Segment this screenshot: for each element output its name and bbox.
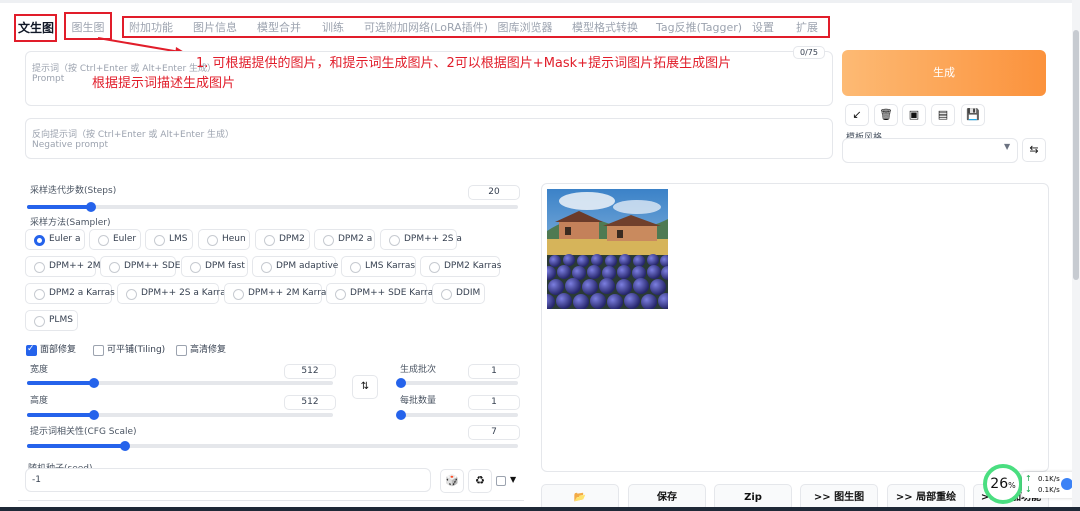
generate-button[interactable]: 生成 bbox=[842, 50, 1046, 96]
bottom-divider bbox=[18, 500, 524, 501]
tab-image-browser[interactable]: 图库浏览器 bbox=[496, 18, 554, 38]
tab-txt2img[interactable]: 文生图 bbox=[16, 18, 56, 38]
recycle-icon[interactable]: ♻ bbox=[468, 469, 492, 493]
sampler-lms[interactable]: LMS bbox=[145, 229, 193, 250]
style-dropdown[interactable] bbox=[842, 138, 1018, 163]
width-slider[interactable] bbox=[27, 378, 333, 388]
batch-size-value[interactable]: 1 bbox=[468, 395, 520, 410]
batch-count-knob[interactable] bbox=[396, 378, 406, 388]
steps-label: 采样迭代步数(Steps) bbox=[30, 186, 117, 196]
tab-extensions[interactable]: 扩展 bbox=[794, 18, 820, 38]
negative-placeholder-cn: 反向提示词（按 Ctrl+Enter 或 Alt+Enter 生成） bbox=[32, 130, 235, 140]
tab-settings[interactable]: 设置 bbox=[750, 18, 776, 38]
sampler-dpmpp-sde[interactable]: DPM++ SDE bbox=[100, 256, 180, 277]
annotation-text-1: 1. 可根据提供的图片，和提示词生成图片、2可以根据图片+Mask+提示词图片拓… bbox=[196, 56, 732, 71]
height-fill bbox=[27, 413, 95, 417]
batch-size-label: 每批数量 bbox=[400, 396, 437, 406]
sampler-dpm2-karras[interactable]: DPM2 Karras bbox=[420, 256, 501, 277]
cfg-label: 提示词相关性(CFG Scale) bbox=[30, 427, 137, 437]
trash-icon[interactable]: 🗑 bbox=[874, 104, 898, 126]
sampler-heun[interactable]: Heun bbox=[198, 229, 250, 250]
tab-tagger[interactable]: Tag反推(Tagger) bbox=[656, 18, 742, 38]
sampler-dpmpp-2m-karras[interactable]: DPM++ 2M Karras bbox=[224, 283, 331, 304]
negative-placeholder-en: Negative prompt bbox=[32, 140, 108, 150]
height-label: 高度 bbox=[30, 396, 49, 406]
extra-seed-checkbox[interactable] bbox=[496, 476, 506, 486]
steps-slider[interactable] bbox=[27, 202, 518, 212]
sampler-plms[interactable]: PLMS bbox=[25, 310, 78, 331]
sampler-ddim[interactable]: DDIM bbox=[432, 283, 485, 304]
swap-dimensions-icon[interactable]: ⇅ bbox=[352, 375, 378, 399]
sampler-euler-a[interactable]: Euler a bbox=[25, 229, 85, 250]
sampler-dpmpp-2s-a-karras[interactable]: DPM++ 2S a Karras bbox=[117, 283, 230, 304]
face-restore-checkbox[interactable]: 面部修复 bbox=[26, 344, 76, 356]
swap-style-icon[interactable]: ⇆ bbox=[1022, 138, 1046, 162]
sampler-dpm2[interactable]: DPM2 bbox=[255, 229, 310, 250]
batch-count-slider[interactable] bbox=[396, 378, 518, 388]
height-value[interactable]: 512 bbox=[284, 395, 336, 410]
sampler-dpmpp-2s-a[interactable]: DPM++ 2S a bbox=[380, 229, 462, 250]
download-arrow-icon: ↓ bbox=[1025, 485, 1032, 494]
batch-count-label: 生成批次 bbox=[400, 365, 437, 375]
sampler-dpm2-a[interactable]: DPM2 a bbox=[314, 229, 375, 250]
paste-params-icon[interactable]: ↙ bbox=[845, 104, 869, 126]
seed-value: -1 bbox=[32, 475, 41, 485]
hires-checkbox[interactable]: 高清修复 bbox=[176, 345, 226, 356]
prompt-placeholder-en: Prompt bbox=[32, 74, 65, 84]
download-speed: 0.1K/s bbox=[1038, 486, 1060, 494]
annotation-text-2: 根据提示词描述生成图片 bbox=[92, 76, 236, 91]
save-style-icon[interactable]: 💾 bbox=[961, 104, 985, 126]
taskbar-strip bbox=[0, 507, 1080, 511]
tab-merge[interactable]: 模型合并 bbox=[256, 18, 302, 38]
upload-speed: 0.1K/s bbox=[1038, 475, 1060, 483]
tab-png-info[interactable]: 图片信息 bbox=[192, 18, 238, 38]
cfg-slider[interactable] bbox=[27, 441, 518, 451]
dice-icon[interactable]: 🎲 bbox=[440, 469, 464, 493]
upload-arrow-icon: ↑ bbox=[1025, 474, 1032, 483]
cfg-value[interactable]: 7 bbox=[468, 425, 520, 440]
tab-train[interactable]: 训练 bbox=[320, 18, 346, 38]
progress-unit: % bbox=[1008, 481, 1016, 490]
chevron-down-icon[interactable]: ▼ bbox=[510, 475, 516, 484]
chevron-down-icon: ▼ bbox=[1004, 142, 1011, 151]
steps-value[interactable]: 20 bbox=[468, 185, 520, 200]
top-divider bbox=[0, 0, 1080, 3]
apply-style-icon[interactable]: ▤ bbox=[931, 104, 955, 126]
extra-networks-icon[interactable]: ▣ bbox=[902, 104, 926, 126]
seed-input[interactable] bbox=[25, 468, 431, 492]
scrollbar-thumb[interactable] bbox=[1073, 30, 1079, 280]
sampler-dpm2-a-karras[interactable]: DPM2 a Karras bbox=[25, 283, 115, 304]
sampler-dpmpp-2m[interactable]: DPM++ 2M bbox=[25, 256, 101, 277]
sampler-label: 采样方法(Sampler) bbox=[30, 218, 111, 228]
batch-size-slider[interactable] bbox=[396, 410, 518, 420]
tab-model-convert[interactable]: 模型格式转换 bbox=[572, 18, 638, 38]
height-slider[interactable] bbox=[27, 410, 333, 420]
generated-image[interactable] bbox=[547, 189, 668, 309]
tab-lora[interactable]: 可选附加网络(LoRA插件) bbox=[364, 18, 488, 38]
progress-ring: 26% bbox=[983, 464, 1023, 504]
sampler-dpm-fast[interactable]: DPM fast bbox=[181, 256, 248, 277]
steps-fill bbox=[27, 205, 91, 209]
tab-extras[interactable]: 附加功能 bbox=[128, 18, 174, 38]
batch-size-knob[interactable] bbox=[396, 410, 406, 420]
sampler-dpmpp-sde-karras[interactable]: DPM++ SDE Karras bbox=[326, 283, 438, 304]
sampler-dpm-adaptive[interactable]: DPM adaptive bbox=[252, 256, 338, 277]
width-value[interactable]: 512 bbox=[284, 364, 336, 379]
width-fill bbox=[27, 381, 95, 385]
cfg-fill bbox=[27, 444, 126, 448]
width-label: 宽度 bbox=[30, 365, 49, 375]
batch-count-value[interactable]: 1 bbox=[468, 364, 520, 379]
tab-img2img[interactable]: 图生图 bbox=[66, 18, 110, 38]
steps-knob[interactable] bbox=[85, 202, 96, 212]
tiling-checkbox[interactable]: 可平铺(Tiling) bbox=[93, 345, 165, 356]
sampler-euler[interactable]: Euler bbox=[89, 229, 141, 250]
progress-percent: 26 bbox=[990, 476, 1009, 492]
sampler-lms-karras[interactable]: LMS Karras bbox=[341, 256, 416, 277]
token-counter: 0/75 bbox=[793, 46, 825, 59]
